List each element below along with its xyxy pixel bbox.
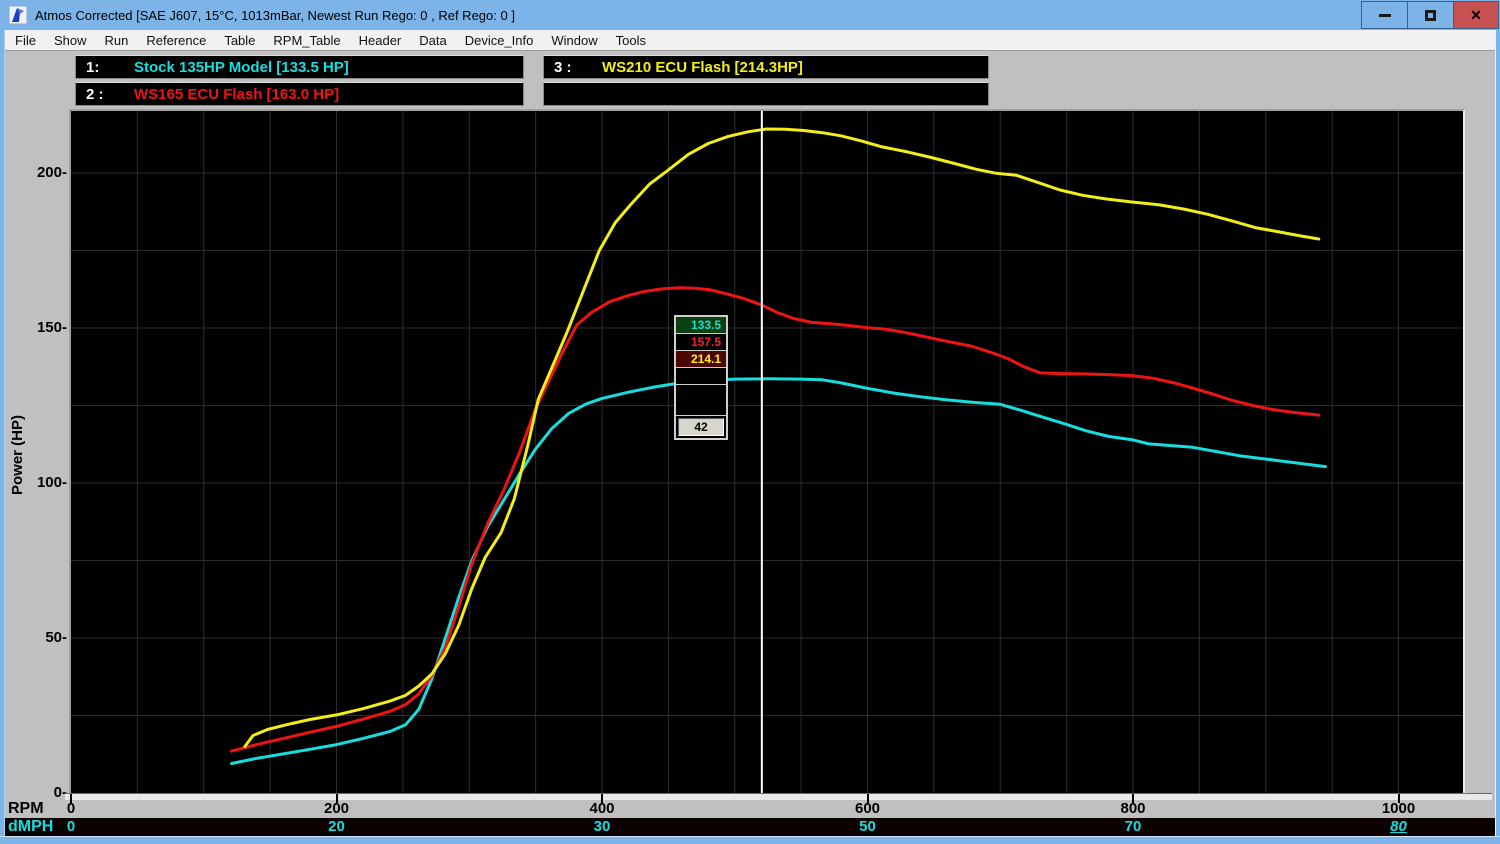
menu-item-reference[interactable]: Reference (137, 31, 215, 50)
legend-run-label: WS165 ECU Flash [163.0 HP] (134, 86, 339, 103)
speed-tick-label: 20 (307, 818, 367, 836)
x-tick-label: 800 (1103, 800, 1163, 817)
readout-run2: 157.5 (676, 334, 726, 351)
legend-slot-2[interactable]: 2 :WS165 ECU Flash [163.0 HP] (75, 82, 524, 106)
menu-item-window[interactable]: Window (542, 31, 606, 50)
y-axis-title: Power (HP) (9, 395, 29, 515)
maximize-button[interactable] (1407, 1, 1453, 29)
power-curve-2 (232, 288, 1319, 751)
plot-area[interactable]: 133.5 157.5 214.1 42 (69, 109, 1465, 795)
speed-tick-label: 80 (1369, 818, 1429, 836)
menu-item-file[interactable]: File (6, 31, 45, 50)
power-curve-1 (232, 379, 1326, 764)
legend-run-number: 1: (76, 59, 134, 76)
menu-item-device_info[interactable]: Device_Info (456, 31, 543, 50)
titlebar: Atmos Corrected [SAE J607, 15°C, 1013mBa… (0, 0, 1500, 30)
x-tick-label: 400 (572, 800, 632, 817)
x-tick-label: 200 (307, 800, 367, 817)
readout-empty-row (676, 368, 726, 385)
x-axis-strip[interactable] (65, 793, 1492, 800)
menu-item-header[interactable]: Header (350, 31, 411, 50)
y-tick-label: 200- (17, 164, 67, 181)
legend-run-label: WS210 ECU Flash [214.3HP] (602, 59, 803, 76)
menu-item-table[interactable]: Table (215, 31, 264, 50)
x-tick-label: 600 (838, 800, 898, 817)
x-tick-label: 1000 (1369, 800, 1429, 817)
power-curve-3 (245, 129, 1319, 747)
window-border-right (1495, 30, 1500, 844)
readout-run3: 214.1 (676, 351, 726, 368)
y-tick-label: 0- (17, 784, 67, 801)
dyno-chart (71, 111, 1463, 793)
menu-item-tools[interactable]: Tools (607, 31, 655, 50)
window-border-left (0, 30, 5, 844)
legend-slot-4[interactable] (543, 82, 989, 106)
menu-item-show[interactable]: Show (45, 31, 96, 50)
window-border-bottom (0, 836, 1500, 844)
readout-run1: 133.5 (676, 317, 726, 334)
speed-tick-label: 30 (572, 818, 632, 836)
window-title: Atmos Corrected [SAE J607, 15°C, 1013mBa… (35, 8, 515, 23)
x-axis-title: RPM (8, 800, 44, 818)
minimize-button[interactable] (1361, 1, 1407, 29)
menu-item-rpm_table[interactable]: RPM_Table (264, 31, 349, 50)
y-tick-label: 50- (17, 629, 67, 646)
speed-tick-label: 50 (838, 818, 898, 836)
legend-slot-3[interactable]: 3 :WS210 ECU Flash [214.3HP] (543, 55, 989, 79)
speed-tick-label: 70 (1103, 818, 1163, 836)
speed-axis-row: dMPH 02030507080 (5, 818, 1495, 836)
cursor-readout-box: 133.5 157.5 214.1 42 (674, 315, 728, 440)
y-tick-label: 150- (17, 319, 67, 336)
app-window: Atmos Corrected [SAE J607, 15°C, 1013mBa… (0, 0, 1500, 844)
app-icon (8, 5, 28, 25)
minimize-icon (1379, 14, 1391, 17)
menubar: FileShowRunReferenceTableRPM_TableHeader… (0, 30, 1500, 51)
x-tick-label: 0 (41, 800, 101, 817)
readout-speed: 42 (678, 418, 724, 436)
speed-tick-label: 0 (41, 818, 101, 836)
menu-item-data[interactable]: Data (410, 31, 455, 50)
legend-run-label: Stock 135HP Model [133.5 HP] (134, 59, 349, 76)
maximize-icon (1425, 10, 1436, 21)
menu-item-run[interactable]: Run (95, 31, 137, 50)
readout-empty-row (676, 385, 726, 416)
close-icon: ✕ (1470, 7, 1482, 24)
legend-slot-1[interactable]: 1:Stock 135HP Model [133.5 HP] (75, 55, 524, 79)
close-button[interactable]: ✕ (1453, 1, 1499, 29)
legend-run-number: 3 : (544, 59, 602, 76)
legend-run-number: 2 : (76, 86, 134, 103)
